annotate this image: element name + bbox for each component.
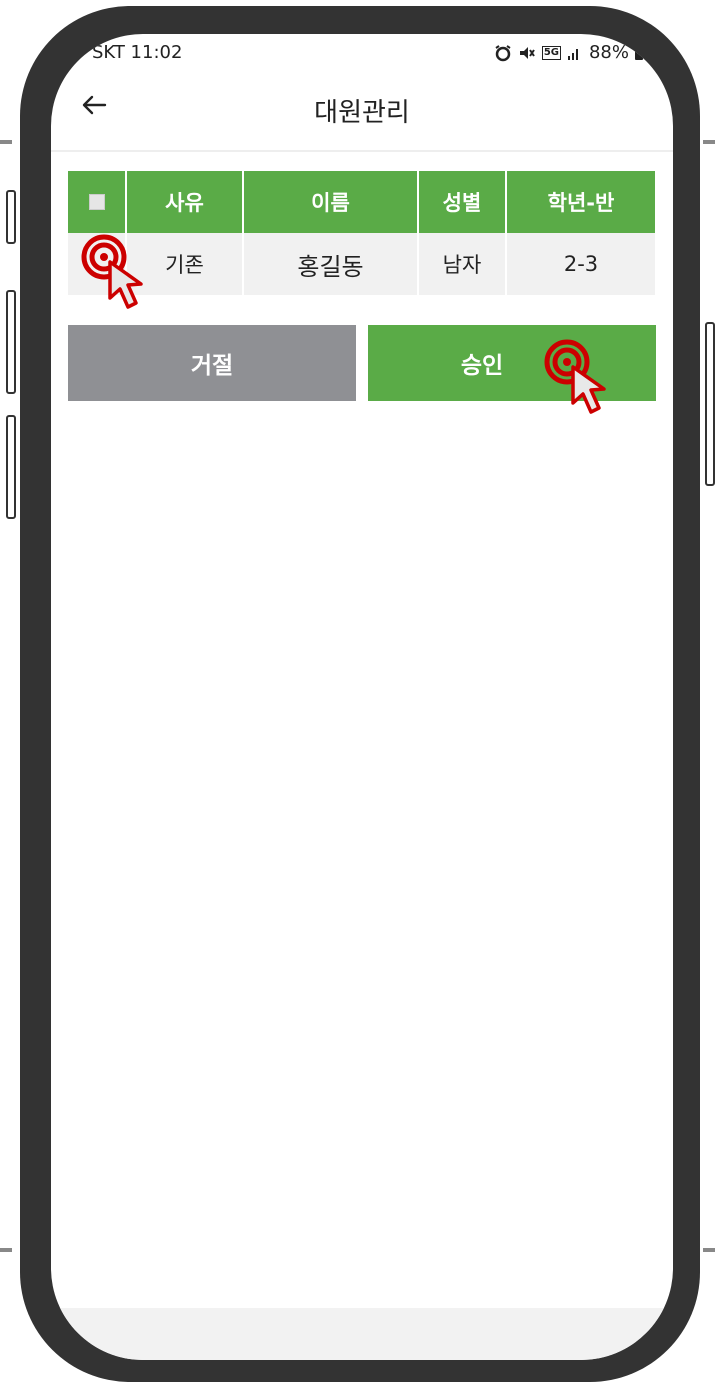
mute-icon [519,46,535,59]
header-reason: 사유 [127,171,244,233]
header-grade-class: 학년-반 [507,171,655,233]
power-button [705,322,715,486]
status-icons: 5G 88% [494,42,643,63]
frame-tick [0,140,12,144]
frame-tick [703,140,715,144]
volume-down-button [6,415,16,519]
table-header-row: 사유 이름 성별 학년-반 [68,171,655,233]
alarm-icon [495,44,511,61]
app-bar: 대원관리 [51,72,673,152]
reject-button-label: 거절 [190,353,234,379]
header-name: 이름 [244,171,419,233]
5g-icon: 5G [541,45,561,60]
cell-name: 홍길동 [244,233,419,295]
select-all-checkbox[interactable] [88,194,105,210]
carrier-time: SKT 11:02 [92,42,183,63]
cell-gender: 남자 [419,233,507,295]
page-title: 대원관리 [314,98,410,128]
reject-button[interactable]: 거절 [68,325,356,401]
side-button-top [6,190,16,244]
header-select-all[interactable] [68,171,127,233]
status-bar: SKT 11:02 5G 88% [51,34,673,72]
tap-target-icon [544,339,606,414]
battery-icon [635,45,643,60]
header-gender: 성별 [419,171,507,233]
cell-grade-class: 2-3 [507,233,655,295]
frame-tick [703,1248,715,1252]
volume-up-button [6,290,16,394]
approve-button-label: 승인 [460,353,504,379]
battery-percent: 88% [588,42,629,63]
bottom-navigation-bar [51,1308,673,1360]
frame-tick [0,1248,12,1252]
signal-icon [567,48,578,60]
tap-target-icon [81,234,143,309]
